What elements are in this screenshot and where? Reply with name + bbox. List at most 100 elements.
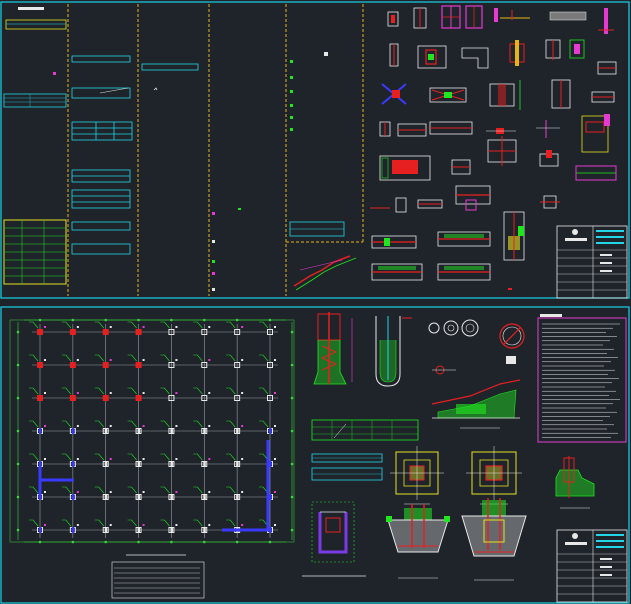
footing-marker (127, 453, 145, 467)
footing-marker (29, 453, 46, 467)
footing-marker (160, 420, 178, 434)
schedule-table-1 (311, 419, 419, 441)
notes-column-5 (289, 52, 357, 291)
footing-section-1 (386, 504, 450, 579)
detail-8-1 (371, 263, 423, 281)
grid-bubble (71, 540, 75, 544)
detail-7-2 (437, 231, 491, 247)
grid-bubble (16, 495, 20, 499)
plan-footings (29, 321, 276, 533)
footing-marker (160, 354, 178, 368)
footing-marker (226, 486, 244, 500)
grid-bubble (137, 318, 140, 322)
sheet-top (0, 1, 630, 299)
slope-detail (431, 379, 521, 429)
grid-bubble (235, 540, 239, 544)
footing-marker (193, 519, 211, 533)
footing-marker (127, 387, 145, 401)
detail-3-4 (551, 79, 571, 109)
grid-bubble (290, 462, 294, 466)
grid-bubble (71, 318, 75, 322)
footing-marker (259, 387, 276, 401)
footing-marker (193, 420, 211, 434)
footing-marker (61, 453, 79, 467)
footing-marker (160, 321, 178, 335)
grid-bubble (16, 363, 20, 367)
detail-1-7 (598, 8, 614, 34)
plan-beams (38, 440, 270, 532)
foundation-plan (9, 318, 295, 599)
detail-6-1 (370, 197, 407, 213)
grid-bubble (290, 528, 294, 532)
detail-4-3 (429, 121, 473, 135)
footing-marker (160, 486, 178, 500)
detail-2-4 (509, 40, 525, 66)
footing-marker (94, 519, 112, 533)
detail-5-1 (379, 155, 431, 181)
grid-bubble (104, 318, 108, 322)
footing-marker (61, 387, 79, 401)
footing-marker (94, 321, 112, 335)
schedule-table-2 (311, 453, 383, 481)
footing-marker (226, 354, 244, 368)
detail-7-3 (503, 211, 525, 261)
detail-5-4 (539, 150, 559, 167)
footing-marker (61, 321, 79, 335)
pile-detail-1 (313, 312, 353, 385)
grid-bubble (290, 330, 294, 334)
sheet-bottom (0, 306, 630, 604)
footing-marker (29, 321, 46, 335)
notes-lines (542, 323, 620, 438)
detail-5-5 (575, 165, 617, 181)
detail-3-5 (591, 91, 615, 103)
detail-1-4 (465, 5, 483, 29)
footing-section-2 (461, 498, 527, 581)
detail-2-7 (597, 61, 617, 75)
detail-4-4 (486, 128, 516, 134)
grid-bubble (16, 462, 20, 466)
detail-4-1 (379, 121, 391, 137)
detail-3-2 (429, 87, 467, 103)
grid-bubble (268, 318, 272, 322)
footing-detail-small (555, 456, 595, 509)
detail-3-1 (381, 83, 407, 105)
detail-1-5 (494, 8, 530, 22)
detail-5-3 (487, 136, 517, 166)
footing-marker (226, 387, 244, 401)
grid-bubble (290, 495, 294, 499)
column-section (302, 501, 366, 577)
cad-drawing (0, 1, 630, 604)
footing-marker (226, 453, 244, 467)
detail-2-3 (461, 47, 489, 69)
grid-bubble (290, 363, 294, 367)
footing-marker (61, 354, 79, 368)
column-dividers (67, 4, 364, 296)
footing-marker (127, 486, 145, 500)
title-block-top (556, 225, 628, 299)
footing-marker (160, 453, 178, 467)
footing-marker (193, 453, 211, 467)
notes-column-2 (71, 55, 133, 255)
footing-marker (160, 519, 178, 533)
grid-bubble (104, 540, 108, 544)
detail-4-2 (397, 123, 427, 137)
footing-marker (127, 420, 145, 434)
footing-marker (226, 420, 244, 434)
cad-drawing-canvas (0, 0, 631, 604)
grid-bubble (38, 540, 42, 544)
footing-marker (226, 321, 244, 335)
footing-marker (193, 321, 211, 335)
grid-bubble (290, 429, 294, 433)
detail-4-6 (581, 114, 610, 153)
grid-bubble (202, 540, 206, 544)
footing-marker (29, 387, 46, 401)
notes-column-4 (212, 208, 241, 291)
detail-2-1 (389, 43, 399, 67)
grid-bubble (38, 318, 42, 322)
detail-6-2 (417, 199, 443, 209)
detail-1-1 (387, 11, 399, 27)
notes-column-1 (3, 7, 67, 285)
detail-1-2 (413, 7, 427, 29)
grid-bubble (290, 396, 294, 400)
footing-marker (94, 486, 112, 500)
